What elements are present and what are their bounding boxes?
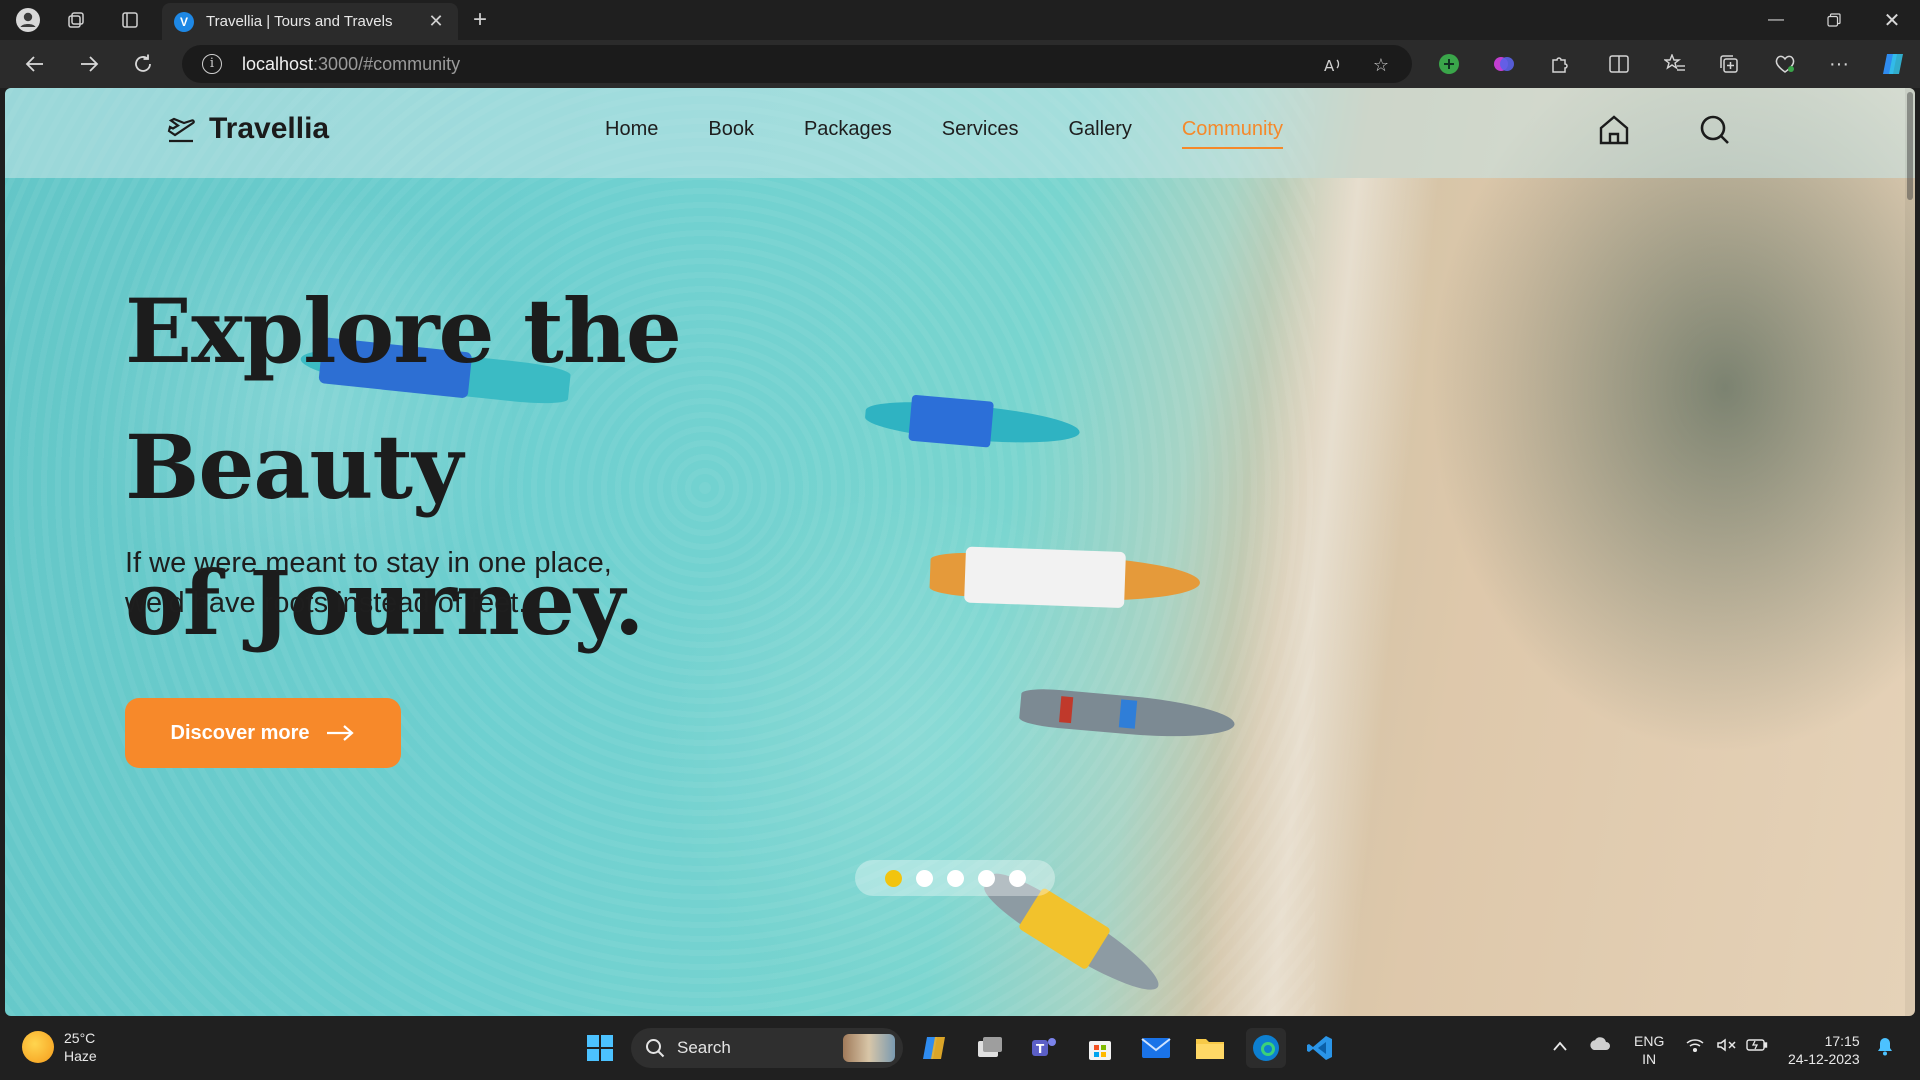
- wifi-icon[interactable]: [1686, 1038, 1704, 1056]
- clock-date: 24-12-2023: [1788, 1051, 1860, 1067]
- carousel-dot-1[interactable]: [884, 869, 902, 887]
- hero-title-line-1: Explore the Beauty: [125, 279, 682, 519]
- microsoft-store-icon[interactable]: [1080, 1028, 1120, 1068]
- home-icon[interactable]: [1594, 110, 1634, 150]
- weather-description: Haze: [64, 1048, 97, 1064]
- tab-title: Travellia | Tours and Travels: [206, 13, 393, 30]
- more-options-icon[interactable]: ···: [1824, 50, 1854, 78]
- hero-subtitle-line-1: If we were meant to stay in one place,: [125, 547, 612, 579]
- language-code: ENG: [1634, 1033, 1665, 1049]
- address-bar[interactable]: i localhost:3000/#community A ☆: [182, 45, 1412, 83]
- page-scrollbar[interactable]: [1905, 88, 1915, 1016]
- mail-icon[interactable]: [1136, 1028, 1176, 1068]
- svg-text:T: T: [1036, 1042, 1045, 1056]
- discover-more-label: Discover more: [170, 721, 310, 744]
- tab-actions-icon[interactable]: [116, 6, 144, 34]
- carousel-dot-2[interactable]: [915, 869, 933, 887]
- split-screen-icon[interactable]: [1604, 50, 1634, 78]
- workspaces-icon[interactable]: [62, 6, 90, 34]
- profile-icon[interactable]: [14, 6, 42, 34]
- url-text[interactable]: localhost:3000/#community: [242, 54, 460, 75]
- nav-item-gallery[interactable]: Gallery: [1069, 118, 1132, 149]
- weather-temperature: 25°C: [64, 1030, 96, 1046]
- edge-browser-icon[interactable]: [1246, 1028, 1286, 1068]
- copilot-icon[interactable]: [1878, 50, 1908, 78]
- svg-text:A: A: [1324, 57, 1335, 74]
- active-browser-tab[interactable]: V Travellia | Tours and Travels ✕: [162, 3, 458, 40]
- hero-subtitle-line-2: we’d have roots instead of feet.: [125, 587, 527, 619]
- site-info-icon[interactable]: i: [202, 54, 222, 74]
- search-icon[interactable]: [1695, 110, 1735, 150]
- weather-widget[interactable]: 25°C Haze: [22, 1029, 97, 1065]
- favorites-list-icon[interactable]: [1660, 50, 1690, 78]
- minimize-icon[interactable]: —: [1748, 0, 1804, 40]
- scrollbar-thumb[interactable]: [1907, 92, 1913, 200]
- extension-brain-icon[interactable]: [1489, 50, 1519, 78]
- carousel-dot-4[interactable]: [977, 869, 995, 887]
- teams-icon[interactable]: T: [1024, 1028, 1064, 1068]
- battery-icon[interactable]: [1746, 1038, 1768, 1056]
- nav-item-book[interactable]: Book: [708, 118, 754, 149]
- search-label: Search: [677, 1038, 731, 1057]
- carousel-indicators: [855, 860, 1055, 896]
- extension-green-icon[interactable]: [1434, 50, 1464, 78]
- taskbar: 25°C Haze Search T ENG IN 17:15 24-12-20…: [0, 1016, 1920, 1080]
- file-explorer-icon[interactable]: [1190, 1028, 1230, 1068]
- browser-essentials-icon[interactable]: [1770, 50, 1800, 78]
- new-tab-icon[interactable]: +: [466, 6, 494, 34]
- extensions-puzzle-icon[interactable]: [1544, 50, 1574, 78]
- forward-icon[interactable]: [72, 48, 106, 80]
- nav-item-community[interactable]: Community: [1181, 118, 1283, 149]
- site-header: Travellia Home Book Packages Services Ga…: [5, 88, 1915, 178]
- nav-item-services[interactable]: Services: [942, 118, 1019, 149]
- page-viewport: Travellia Home Book Packages Services Ga…: [5, 88, 1915, 1016]
- main-nav: Home Book Packages Services Gallery Comm…: [605, 118, 1333, 149]
- favorite-star-icon[interactable]: ☆: [1368, 53, 1394, 77]
- nav-item-home[interactable]: Home: [605, 118, 658, 149]
- refresh-icon[interactable]: [126, 48, 160, 80]
- nav-item-packages[interactable]: Packages: [804, 118, 892, 149]
- clock-time: 17:15: [1824, 1033, 1860, 1049]
- restore-icon[interactable]: [1806, 0, 1862, 40]
- carousel-dot-3[interactable]: [946, 869, 964, 887]
- close-window-icon[interactable]: ✕: [1864, 0, 1920, 40]
- close-tab-icon[interactable]: ✕: [426, 11, 446, 32]
- region-code: IN: [1642, 1051, 1657, 1067]
- sun-haze-icon: [22, 1031, 54, 1063]
- site-favicon-icon: V: [174, 11, 194, 32]
- search-highlight-image: [843, 1034, 895, 1062]
- onedrive-icon[interactable]: [1588, 1036, 1612, 1056]
- discover-more-button[interactable]: Discover more: [125, 698, 401, 768]
- clock[interactable]: 17:15 24-12-2023: [1788, 1032, 1860, 1068]
- brand-name: Travellia: [209, 112, 330, 145]
- airplane-icon: [167, 117, 195, 143]
- show-hidden-icons-icon[interactable]: [1552, 1038, 1568, 1056]
- volume-muted-icon[interactable]: [1716, 1038, 1736, 1056]
- search-icon: [646, 1039, 665, 1058]
- vscode-icon[interactable]: [1300, 1028, 1340, 1068]
- notification-bell-icon[interactable]: [1876, 1036, 1894, 1060]
- copilot-preview-icon[interactable]: [916, 1028, 956, 1068]
- collections-icon[interactable]: [1714, 50, 1744, 78]
- hero-subtitle: If we were meant to stay in one place, w…: [125, 543, 765, 623]
- back-icon[interactable]: [18, 48, 52, 80]
- browser-tab-bar: V Travellia | Tours and Travels ✕ + — ✕: [0, 0, 1920, 40]
- arrow-right-icon: [327, 725, 355, 741]
- language-indicator[interactable]: ENG IN: [1634, 1032, 1664, 1068]
- carousel-dot-5[interactable]: [1008, 869, 1026, 887]
- site-logo[interactable]: Travellia: [165, 112, 329, 146]
- browser-toolbar: i localhost:3000/#community A ☆ ···: [0, 40, 1920, 88]
- start-menu-icon[interactable]: [580, 1028, 620, 1068]
- read-aloud-icon[interactable]: A: [1320, 53, 1346, 77]
- taskbar-search[interactable]: Search: [631, 1028, 903, 1068]
- task-view-icon[interactable]: [970, 1028, 1010, 1068]
